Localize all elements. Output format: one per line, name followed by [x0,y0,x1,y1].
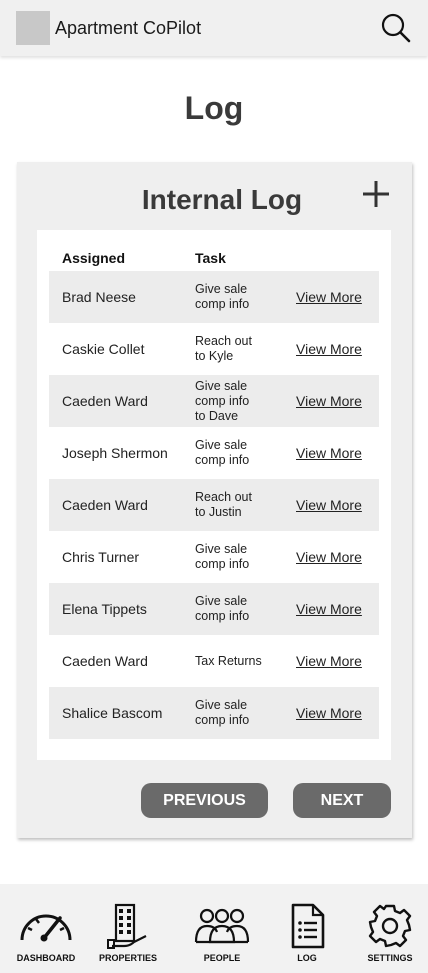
view-more-link[interactable]: View More [296,323,362,375]
top-bar: Apartment CoPilot [0,0,428,56]
page-title: Log [184,90,244,126]
task-cell: Reach out to Kyle [195,334,252,363]
task-cell: Give sale comp info [195,438,250,467]
gauge-icon [20,914,72,942]
bottom-nav: DASHBOARD PROPERTIES PEOPLE LOG SETTINGS [0,884,428,973]
table-row: Caskie Collet Reach out to Kyle View More [49,323,379,375]
assigned-cell: Caeden Ward [62,653,148,669]
view-more-link[interactable]: View More [296,271,362,323]
next-button[interactable]: NEXT [293,783,391,818]
nav-label-settings: SETTINGS [367,953,413,963]
view-more-link[interactable]: View More [296,479,362,531]
table-row: Elena Tippets Give sale comp info View Mor… [49,583,379,635]
assigned-cell: Caeden Ward [62,393,148,409]
app-title: Apartment CoPilot [55,18,202,38]
document-icon [291,903,325,949]
assigned-cell: Brad Neese [62,289,136,305]
assigned-cell: Caskie Collet [62,341,145,357]
table-row: Caeden Ward Tax Returns View More [49,635,379,687]
assigned-cell: Elena Tippets [62,601,147,617]
nav-item-log[interactable]: LOG [278,884,336,973]
column-header-assigned: Assigned [62,250,126,266]
task-cell: Give sale comp info [195,698,250,727]
nav-label-dashboard: DASHBOARD [16,953,76,963]
nav-item-settings[interactable]: SETTINGS [356,884,424,973]
table-row: Shalice Bascom Give sale comp info View Mo… [49,687,379,739]
search-icon [381,13,411,43]
task-cell: Tax Returns [195,653,262,668]
nav-item-people[interactable]: PEOPLE [182,884,262,973]
nav-label-log: LOG [297,953,317,963]
task-cell: Give sale comp info [195,542,250,571]
log-table: Assigned Task Brad Neese Give sale comp i… [37,230,391,760]
task-cell: Give sale comp info to Dave [195,378,250,423]
task-cell: Reach out to Justin [195,490,252,519]
building-icon [107,903,147,949]
assigned-cell: Shalice Bascom [62,705,163,721]
table-row: Caeden Ward Give sale comp info to Dave Vi… [49,375,379,427]
gear-icon [368,904,412,948]
plus-icon [363,181,389,207]
task-cell: Give sale comp info [195,594,250,623]
view-more-link[interactable]: View More [296,427,362,479]
view-more-link[interactable]: View More [296,583,362,635]
table-row: Brad Neese Give sale comp info View More [49,271,379,323]
view-more-link[interactable]: View More [296,375,362,427]
nav-label-properties: PROPERTIES [98,953,157,963]
assigned-cell: Joseph Shermon [62,445,168,461]
add-log-button[interactable] [360,178,392,210]
column-header-task: Task [195,250,226,266]
search-button[interactable] [378,10,414,46]
previous-button[interactable]: PREVIOUS [141,783,268,818]
view-more-link[interactable]: View More [296,531,362,583]
nav-item-dashboard[interactable]: DASHBOARD [6,884,86,973]
task-cell: Give sale comp info [195,282,250,311]
assigned-cell: Caeden Ward [62,497,148,513]
table-row: Joseph Shermon Give sale comp info View Mo… [49,427,379,479]
table-row: Chris Turner Give sale comp info View More [49,531,379,583]
nav-label-people: PEOPLE [203,953,241,963]
table-row: Caeden Ward Reach out to Justin View More [49,479,379,531]
logo-placeholder [16,11,50,45]
internal-log-card: Internal Log Assigned Task Brad Neese Giv… [17,162,412,838]
people-icon [194,908,250,944]
nav-item-properties[interactable]: PROPERTIES [90,884,166,973]
view-more-link[interactable]: View More [296,687,362,739]
view-more-link[interactable]: View More [296,635,362,687]
assigned-cell: Chris Turner [62,549,140,565]
